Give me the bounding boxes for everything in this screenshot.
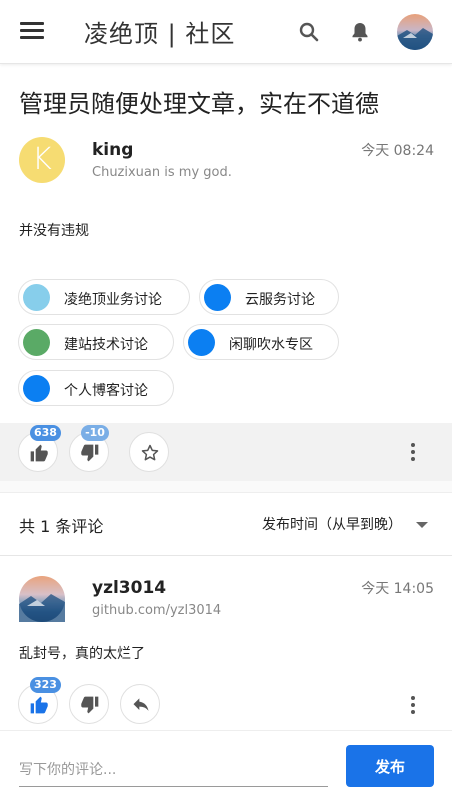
star-outline-icon — [141, 444, 159, 461]
sort-select[interactable]: 发布时间（从早到晚） — [262, 514, 428, 534]
user-avatar[interactable] — [397, 14, 433, 50]
comment-like-button[interactable]: 323 — [18, 677, 61, 724]
search-icon[interactable] — [297, 20, 321, 44]
dropdown-caret-icon — [416, 522, 428, 528]
tag-chip[interactable]: 个人博客讨论 — [18, 370, 174, 406]
tag-chip[interactable]: 云服务讨论 — [199, 279, 339, 315]
dislike-count-badge: -10 — [81, 425, 109, 441]
tag-color-dot — [188, 329, 215, 356]
author-signature: Chuzixuan is my god. — [92, 165, 232, 180]
divider — [0, 555, 452, 556]
author-name[interactable]: king — [92, 140, 133, 160]
bell-icon[interactable] — [348, 20, 372, 44]
comment-input[interactable] — [19, 753, 328, 787]
thumb-up-icon — [30, 444, 48, 462]
commenter-link[interactable]: github.com/yzl3014 — [92, 603, 221, 618]
favorite-button[interactable] — [129, 432, 169, 472]
comment-dislike-button[interactable] — [69, 684, 109, 724]
tag-label: 凌绝顶业务讨论 — [64, 292, 162, 308]
dislike-button[interactable]: -10 — [69, 425, 109, 472]
reply-icon — [133, 698, 149, 711]
sort-select-label: 发布时间（从早到晚） — [262, 517, 402, 533]
tag-color-dot — [23, 284, 50, 311]
menu-icon[interactable] — [20, 22, 44, 42]
thumb-up-icon — [30, 696, 48, 714]
commenter-name[interactable]: yzl3014 — [92, 578, 166, 598]
tag-color-dot — [23, 329, 50, 356]
tag-color-dot — [23, 375, 50, 402]
post-title: 管理员随便处理文章，实在不道德 — [19, 90, 379, 118]
tag-label: 云服务讨论 — [245, 292, 315, 308]
tag-color-dot — [204, 284, 231, 311]
comment-more-vert-icon[interactable] — [401, 693, 425, 717]
comment-body: 乱封号，真的太烂了 — [19, 646, 145, 662]
author-avatar[interactable]: K — [19, 137, 65, 183]
section-divider — [0, 481, 452, 493]
post-body: 并没有违规 — [19, 223, 89, 239]
app-title: 凌绝顶 | 社区 — [84, 20, 236, 48]
comment-like-count-badge: 323 — [30, 677, 61, 693]
tag-chip[interactable]: 闲聊吹水专区 — [183, 324, 339, 360]
post-action-bar: 638 -10 — [0, 423, 452, 481]
commenter-avatar[interactable] — [19, 576, 65, 622]
comment-composer: 发布 — [0, 730, 452, 800]
more-vert-icon[interactable] — [401, 440, 425, 464]
thumb-down-icon — [81, 696, 99, 714]
like-button[interactable]: 638 — [18, 425, 61, 472]
tag-label: 闲聊吹水专区 — [229, 337, 313, 353]
submit-comment-button[interactable]: 发布 — [346, 745, 434, 787]
comment-time: 今天 14:05 — [361, 581, 434, 597]
app-bar: 凌绝顶 | 社区 — [0, 0, 452, 64]
post-time: 今天 08:24 — [361, 143, 434, 159]
thumb-down-icon — [81, 444, 99, 462]
reply-button[interactable] — [120, 684, 160, 724]
tag-chip[interactable]: 凌绝顶业务讨论 — [18, 279, 190, 315]
comment-count: 共 1 条评论 — [19, 517, 104, 536]
tag-chip[interactable]: 建站技术讨论 — [18, 324, 174, 360]
tag-label: 建站技术讨论 — [64, 337, 148, 353]
tag-label: 个人博客讨论 — [64, 383, 148, 399]
like-count-badge: 638 — [30, 425, 61, 441]
